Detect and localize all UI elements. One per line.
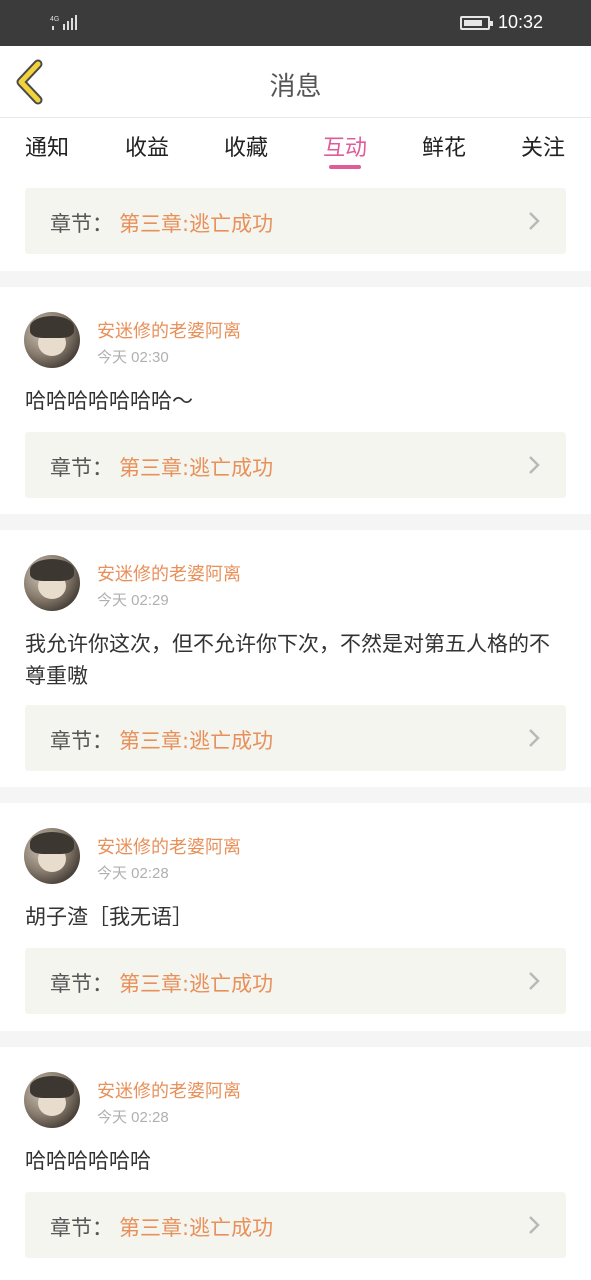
username[interactable]: 安迷修的老婆阿离 — [97, 317, 241, 343]
comment-text: 我允许你这次，但不允许你下次，不然是对第五人格的不尊重嗷 — [25, 632, 550, 688]
tab-flowers[interactable]: 鲜花 — [414, 130, 474, 162]
chapter-name: 第三章:逃亡成功 — [119, 212, 274, 236]
username[interactable]: 安迷修的老婆阿离 — [97, 1077, 241, 1103]
chapter-label: 章节： — [50, 456, 113, 480]
chapter-name: 第三章:逃亡成功 — [119, 456, 274, 480]
chapter-link[interactable]: 章节： 第三章:逃亡成功 — [25, 432, 566, 498]
timestamp: 今天 02:30 — [97, 349, 169, 366]
comment-text: 哈哈哈哈哈哈 — [25, 1149, 151, 1173]
chapter-name: 第三章:逃亡成功 — [119, 729, 274, 753]
message-card: 章节： 第三章:逃亡成功 — [0, 170, 591, 271]
page-title: 消息 — [269, 72, 322, 102]
svg-text:4G: 4G — [50, 16, 59, 23]
divider — [0, 787, 591, 803]
comment-text: 胡子渣［我无语］ — [25, 905, 193, 929]
chapter-name: 第三章:逃亡成功 — [119, 972, 274, 996]
avatar[interactable] — [24, 1072, 80, 1128]
tab-bar: 通知 收益 收藏 互动 鲜花 关注 — [0, 118, 591, 170]
chapter-link[interactable]: 章节： 第三章:逃亡成功 — [25, 705, 566, 771]
divider — [0, 271, 591, 287]
status-bar: 4G 10:32 — [0, 0, 591, 46]
tab-notifications[interactable]: 通知 — [17, 130, 77, 162]
avatar[interactable] — [24, 828, 80, 884]
chapter-label: 章节： — [50, 212, 113, 236]
timestamp: 今天 02:28 — [97, 865, 169, 882]
avatar[interactable] — [24, 312, 80, 368]
chapter-label: 章节： — [50, 729, 113, 753]
tab-favorites[interactable]: 收藏 — [216, 130, 276, 162]
username[interactable]: 安迷修的老婆阿离 — [97, 560, 241, 586]
chapter-name: 第三章:逃亡成功 — [119, 1216, 274, 1240]
divider — [0, 1031, 591, 1047]
message-card: 安迷修的老婆阿离 今天 02:28 哈哈哈哈哈哈 章节： 第三章:逃亡成功 — [0, 1047, 591, 1280]
chevron-right-icon — [529, 456, 540, 474]
chapter-link[interactable]: 章节： 第三章:逃亡成功 — [25, 188, 566, 254]
username[interactable]: 安迷修的老婆阿离 — [97, 833, 241, 859]
battery-icon — [460, 16, 493, 30]
chapter-label: 章节： — [50, 972, 113, 996]
tab-following[interactable]: 关注 — [513, 130, 573, 162]
signal-icon: 4G — [50, 15, 77, 30]
chapter-link[interactable]: 章节： 第三章:逃亡成功 — [25, 948, 566, 1014]
app-header: 消息 — [0, 46, 591, 118]
message-card: 安迷修的老婆阿离 今天 02:28 胡子渣［我无语］ 章节： 第三章:逃亡成功 — [0, 803, 591, 1031]
comment-text: 哈哈哈哈哈哈哈～ — [25, 389, 193, 413]
timestamp: 今天 02:28 — [97, 1109, 169, 1126]
timestamp: 今天 02:29 — [97, 592, 169, 609]
chevron-right-icon — [529, 729, 540, 747]
message-card: 安迷修的老婆阿离 今天 02:29 我允许你这次，但不允许你下次，不然是对第五人… — [0, 530, 591, 787]
chevron-right-icon — [529, 212, 540, 230]
chapter-link[interactable]: 章节： 第三章:逃亡成功 — [25, 1192, 566, 1258]
tab-interactions[interactable]: 互动 — [315, 130, 375, 162]
chevron-right-icon — [529, 1216, 540, 1234]
message-card: 安迷修的老婆阿离 今天 02:30 哈哈哈哈哈哈哈～ 章节： 第三章:逃亡成功 — [0, 287, 591, 514]
avatar[interactable] — [24, 555, 80, 611]
status-time: 10:32 — [498, 12, 544, 32]
active-tab-indicator — [329, 165, 361, 169]
tab-earnings[interactable]: 收益 — [117, 130, 177, 162]
divider — [0, 514, 591, 530]
chevron-right-icon — [529, 972, 540, 990]
chapter-label: 章节： — [50, 1216, 113, 1240]
